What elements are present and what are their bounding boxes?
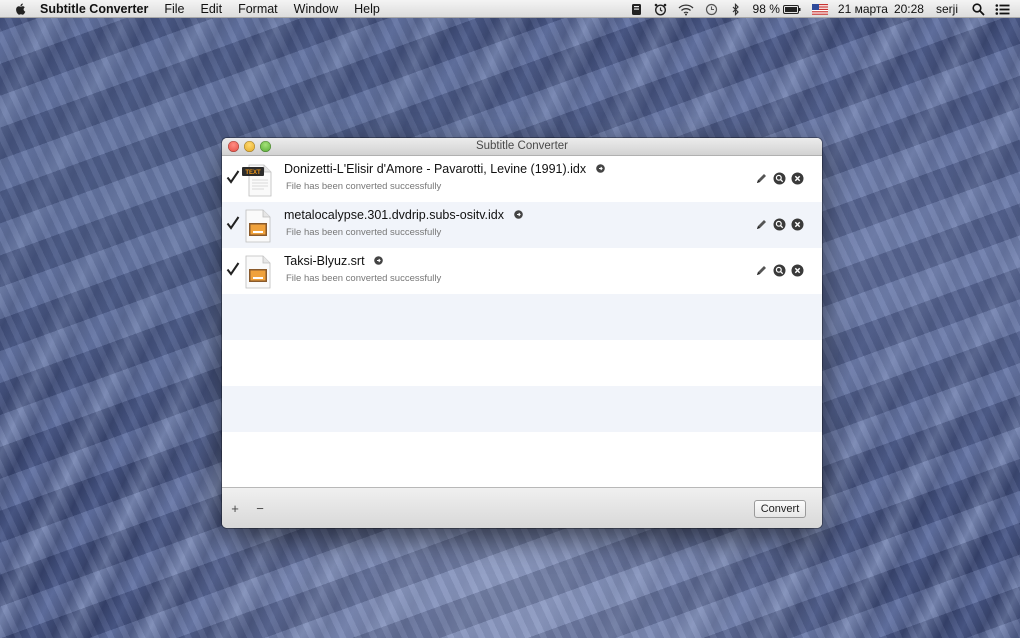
spotlight[interactable] [972, 2, 985, 16]
file-name-text: Taksi-Blyuz.srt [284, 254, 365, 268]
pencil-icon[interactable] [755, 264, 768, 277]
magnifier-icon[interactable] [773, 218, 786, 231]
row-actions [750, 264, 804, 277]
remove-circle-icon[interactable] [791, 218, 804, 231]
file-status: File has been converted successfully [286, 181, 442, 192]
status-item-1[interactable] [630, 3, 643, 16]
window-titlebar[interactable]: Subtitle Converter [222, 138, 822, 156]
empty-row [222, 294, 822, 340]
remove-circle-icon[interactable] [791, 172, 804, 185]
empty-row [222, 432, 822, 478]
magnifier-icon[interactable] [773, 172, 786, 185]
pencil-icon[interactable] [755, 218, 768, 231]
remove-circle-icon[interactable] [791, 264, 804, 277]
battery-icon [782, 4, 801, 14]
subtitle-converter-window: Subtitle Converter TEXT Donizetti-L'Elis… [222, 138, 822, 528]
window-title: Subtitle Converter [475, 140, 569, 152]
input-source[interactable] [811, 3, 828, 15]
reveal-arrow-icon[interactable] [595, 164, 605, 174]
clock-date[interactable]: 21 марта [838, 2, 888, 16]
file-row-3[interactable]: Taksi-Blyuz.srt File has been converted … [222, 248, 822, 294]
remove-file-button[interactable]: − [253, 501, 267, 516]
alarm-clock-icon [654, 3, 666, 16]
status-item-2[interactable] [654, 3, 667, 16]
menu-window[interactable]: Window [294, 2, 338, 16]
wifi-icon [678, 3, 693, 15]
empty-row [222, 340, 822, 386]
list-icon [995, 3, 1010, 15]
status-item-3[interactable] [678, 3, 694, 16]
bluetooth-icon [732, 2, 739, 16]
status-item-4[interactable] [705, 3, 718, 16]
zoom-window-button[interactable] [260, 141, 271, 152]
menu-edit[interactable]: Edit [201, 2, 223, 16]
battery-status[interactable] [782, 3, 801, 16]
bottom-toolbar: + − Convert [222, 487, 822, 528]
checkmark-icon [226, 262, 240, 276]
user-name[interactable]: serji [936, 2, 958, 16]
app-name-menu[interactable]: Subtitle Converter [40, 2, 148, 16]
time-machine-icon [705, 3, 717, 15]
file-name: metalocalypse.301.dvdrip.subs-ositv.idx [284, 208, 523, 222]
reveal-arrow-icon[interactable] [374, 256, 383, 266]
minimize-window-button[interactable] [244, 141, 255, 152]
row-actions [750, 218, 804, 231]
file-badge-text: TEXT [245, 170, 261, 176]
us-flag-icon [811, 3, 828, 15]
text-file-icon: TEXT [242, 164, 272, 197]
file-list: TEXT Donizetti-L'Elisir d'Amore - Pavaro… [222, 156, 822, 489]
checkmark-icon [226, 170, 240, 184]
file-name-text: Donizetti-L'Elisir d'Amore - Pavarotti, … [284, 162, 587, 176]
empty-row [222, 386, 822, 432]
add-file-button[interactable]: + [228, 501, 242, 516]
menu-file[interactable]: File [164, 2, 184, 16]
search-icon [972, 2, 985, 16]
magnifier-icon[interactable] [773, 264, 786, 277]
file-name: Donizetti-L'Elisir d'Amore - Pavarotti, … [284, 162, 605, 176]
menu-format[interactable]: Format [238, 2, 278, 16]
reveal-arrow-icon[interactable] [513, 210, 523, 220]
menu-help[interactable]: Help [354, 2, 380, 16]
status-item-5[interactable] [729, 2, 742, 16]
file-status: File has been converted successfully [286, 227, 442, 238]
file-name-text: metalocalypse.301.dvdrip.subs-ositv.idx [284, 208, 505, 222]
row-actions [750, 172, 804, 185]
convert-button[interactable]: Convert [754, 500, 806, 518]
apple-icon[interactable] [14, 2, 28, 16]
file-row-2[interactable]: metalocalypse.301.dvdrip.subs-ositv.idx … [222, 202, 822, 248]
battery-percent[interactable]: 98 % [753, 2, 780, 16]
checkmark-icon [226, 216, 240, 230]
pencil-icon[interactable] [755, 172, 768, 185]
file-status: File has been converted successfully [286, 273, 442, 284]
notification-center[interactable] [995, 3, 1010, 16]
document-status-icon [631, 3, 641, 15]
clock-time[interactable]: 20:28 [894, 2, 924, 16]
close-window-button[interactable] [228, 141, 239, 152]
file-name: Taksi-Blyuz.srt [284, 254, 383, 268]
subtitle-file-icon [245, 209, 271, 243]
subtitle-file-icon [245, 255, 271, 289]
file-row-1[interactable]: TEXT Donizetti-L'Elisir d'Amore - Pavaro… [222, 156, 822, 202]
menu-bar: Subtitle Converter File Edit Format Wind… [0, 0, 1020, 18]
